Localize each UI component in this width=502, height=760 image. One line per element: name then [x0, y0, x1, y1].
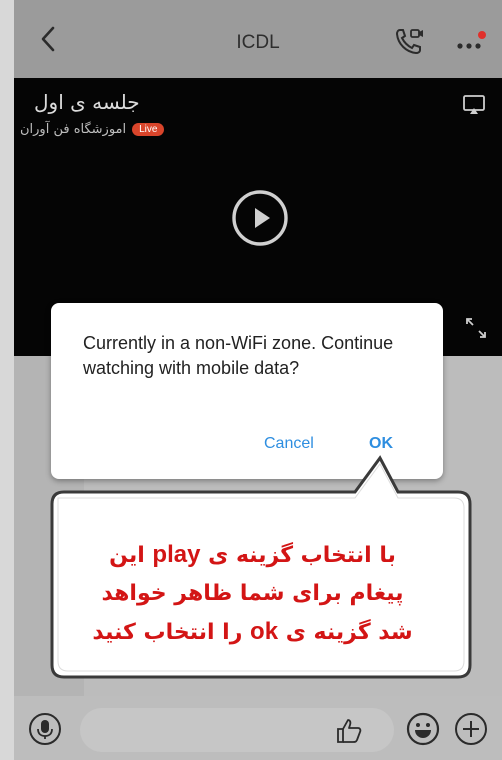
smiley-icon[interactable]	[406, 712, 440, 746]
plus-circle-icon[interactable]	[454, 712, 488, 746]
page-title: ICDL	[236, 32, 280, 53]
video-title: جلسه ی اول	[34, 90, 140, 114]
callout-line-3: شد گزینه ی ok را انتخاب کنید	[92, 618, 413, 645]
channel-row: اموزشگاه فن آوران Live	[20, 122, 165, 137]
microphone-icon[interactable]	[28, 712, 62, 746]
more-dots-icon[interactable]	[454, 30, 490, 54]
callout-line-2: پیغام برای شما ظاهر خواهد	[101, 581, 404, 606]
callout-instruction: با انتخاب گزینه ی play این پیغام برای شم…	[50, 536, 455, 652]
thumbs-up-icon[interactable]	[334, 716, 364, 746]
screen-edge	[0, 0, 14, 760]
live-badge: Live	[132, 123, 165, 136]
channel-name: اموزشگاه فن آوران	[20, 122, 127, 137]
callout-line-1: با انتخاب گزینه ی play این	[109, 541, 396, 568]
video-call-icon[interactable]	[394, 26, 424, 56]
notification-dot	[478, 31, 486, 39]
message-input-bar	[14, 696, 502, 760]
play-icon[interactable]	[230, 188, 290, 248]
fullscreen-icon[interactable]	[464, 316, 488, 340]
dialog-message: Currently in a non-WiFi zone. Continue w…	[83, 333, 394, 378]
cast-icon[interactable]	[462, 94, 486, 116]
top-bar: ICDL	[14, 0, 502, 78]
